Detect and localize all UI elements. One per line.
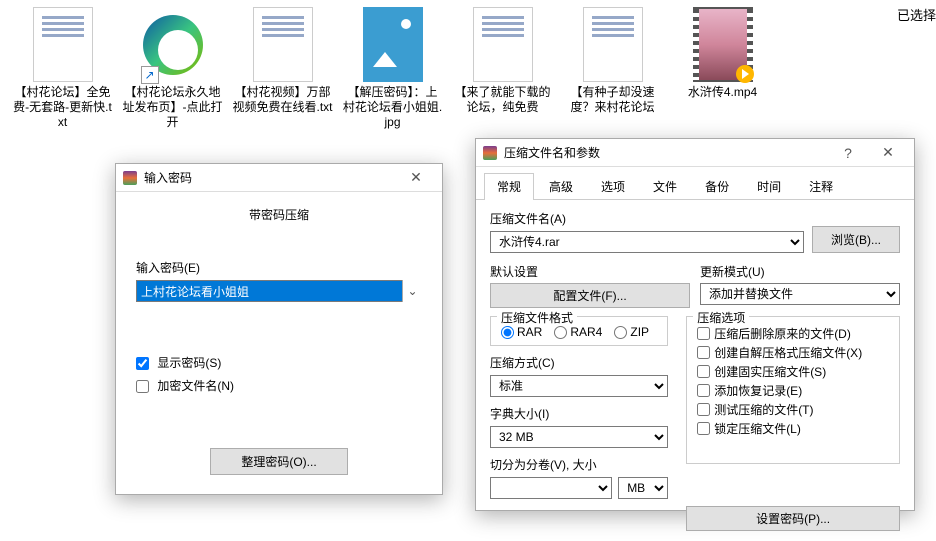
file-item-edge[interactable]: ↗ 【村花论坛永久地址发布页】-点此打开 xyxy=(120,5,225,132)
password-dialog: 输入密码 ✕ 带密码压缩 输入密码(E) ⌄ 显示密码(S) 加密文件名(N) … xyxy=(115,163,443,495)
file-label: 【来了就能下载的论坛，纯免费 xyxy=(452,85,553,115)
rar-icon xyxy=(482,145,498,161)
file-item-txt3[interactable]: 【来了就能下载的论坛，纯免费 xyxy=(450,5,555,132)
file-label: 【村花论坛】全免费-无套路-更新快.txt xyxy=(12,85,113,130)
archive-name-input[interactable]: 水浒传4.rar xyxy=(490,231,804,253)
dict-select[interactable]: 32 MB xyxy=(490,426,668,448)
file-label: 【村花视频】万部视频免费在线看.txt xyxy=(232,85,333,115)
archive-dialog-title: 压缩文件名和参数 xyxy=(504,144,828,161)
archive-params-dialog: 压缩文件名和参数 ? ✕ 常规 高级 选项 文件 备份 时间 注释 压缩文件名(… xyxy=(475,138,915,511)
tab-time[interactable]: 时间 xyxy=(744,173,794,199)
file-label: 【村花论坛永久地址发布页】-点此打开 xyxy=(122,85,223,130)
split-unit-select[interactable]: MB xyxy=(618,477,668,499)
options-fieldset: 压缩选项 压缩后删除原来的文件(D) 创建自解压格式压缩文件(X) 创建固实压缩… xyxy=(686,316,900,464)
help-button[interactable]: ? xyxy=(828,140,868,166)
dropdown-arrow-icon[interactable]: ⌄ xyxy=(402,280,422,302)
tab-comment[interactable]: 注释 xyxy=(796,173,846,199)
default-profile-label: 默认设置 xyxy=(490,263,690,280)
file-label: 【解压密码】：上村花论坛看小姐姐.jpg xyxy=(342,85,443,130)
organize-passwords-button[interactable]: 整理密码(O)... xyxy=(210,448,347,475)
txt-icon xyxy=(583,7,643,82)
tab-backup[interactable]: 备份 xyxy=(692,173,742,199)
txt-icon xyxy=(253,7,313,82)
rar-icon xyxy=(122,170,138,186)
format-rar4-radio[interactable]: RAR4 xyxy=(554,325,602,339)
tab-advanced[interactable]: 高级 xyxy=(536,173,586,199)
opt-lock[interactable] xyxy=(697,422,710,435)
password-dialog-titlebar[interactable]: 输入密码 ✕ xyxy=(116,164,442,192)
file-label: 【有种子却没速度？来村花论坛 xyxy=(562,85,663,115)
file-item-txt1[interactable]: 【村花论坛】全免费-无套路-更新快.txt xyxy=(10,5,115,132)
profile-button[interactable]: 配置文件(F)... xyxy=(490,283,690,308)
txt-icon xyxy=(473,7,533,82)
show-password-checkbox[interactable]: 显示密码(S) xyxy=(136,356,221,370)
selection-status: 已选择 xyxy=(897,5,936,24)
password-input[interactable] xyxy=(136,280,422,302)
close-icon[interactable]: ✕ xyxy=(396,165,436,191)
format-zip-radio[interactable]: ZIP xyxy=(614,325,649,339)
opt-test[interactable] xyxy=(697,403,710,416)
show-password-check[interactable] xyxy=(136,357,149,370)
method-select[interactable]: 标准 xyxy=(490,375,668,397)
play-badge-icon xyxy=(736,65,754,83)
tab-options[interactable]: 选项 xyxy=(588,173,638,199)
encrypt-names-checkbox[interactable]: 加密文件名(N) xyxy=(136,379,234,393)
update-mode-label: 更新模式(U) xyxy=(700,263,900,280)
password-dialog-title: 输入密码 xyxy=(144,169,396,186)
browse-button[interactable]: 浏览(B)... xyxy=(812,226,900,253)
file-item-jpg[interactable]: 【解压密码】：上村花论坛看小姐姐.jpg xyxy=(340,5,445,132)
split-size-input[interactable] xyxy=(490,477,612,499)
tab-general[interactable]: 常规 xyxy=(484,173,534,199)
file-item-txt4[interactable]: 【有种子却没速度？来村花论坛 xyxy=(560,5,665,132)
format-legend: 压缩文件格式 xyxy=(497,309,577,326)
tab-bar: 常规 高级 选项 文件 备份 时间 注释 xyxy=(476,167,914,200)
jpg-icon xyxy=(363,7,423,82)
txt-icon xyxy=(33,7,93,82)
options-legend: 压缩选项 xyxy=(693,309,749,326)
format-rar-radio[interactable]: RAR xyxy=(501,325,542,339)
set-password-button[interactable]: 设置密码(P)... xyxy=(686,506,900,531)
close-icon[interactable]: ✕ xyxy=(868,140,908,166)
encrypt-names-check[interactable] xyxy=(136,380,149,393)
video-icon xyxy=(693,7,753,82)
shortcut-arrow-icon: ↗ xyxy=(141,66,159,84)
split-label: 切分为分卷(V), 大小 xyxy=(490,456,668,473)
tab-files[interactable]: 文件 xyxy=(640,173,690,199)
format-fieldset: 压缩文件格式 RAR RAR4 ZIP xyxy=(490,316,668,346)
file-label: 水浒传4.mp4 xyxy=(672,85,773,100)
update-mode-select[interactable]: 添加并替换文件 xyxy=(700,283,900,305)
method-label: 压缩方式(C) xyxy=(490,354,668,371)
file-item-mp4[interactable]: 水浒传4.mp4 xyxy=(670,5,775,132)
dict-label: 字典大小(I) xyxy=(490,405,668,422)
archive-name-label: 压缩文件名(A) xyxy=(490,210,804,227)
password-input-label: 输入密码(E) xyxy=(136,259,422,276)
opt-sfx[interactable] xyxy=(697,346,710,359)
desktop-file-area: 【村花论坛】全免费-无套路-更新快.txt ↗ 【村花论坛永久地址发布页】-点此… xyxy=(0,0,936,137)
opt-solid[interactable] xyxy=(697,365,710,378)
archive-dialog-titlebar[interactable]: 压缩文件名和参数 ? ✕ xyxy=(476,139,914,167)
file-item-txt2[interactable]: 【村花视频】万部视频免费在线看.txt xyxy=(230,5,335,132)
edge-icon: ↗ xyxy=(143,7,203,82)
password-heading: 带密码压缩 xyxy=(136,206,422,223)
opt-delete-after[interactable] xyxy=(697,327,710,340)
opt-recovery[interactable] xyxy=(697,384,710,397)
